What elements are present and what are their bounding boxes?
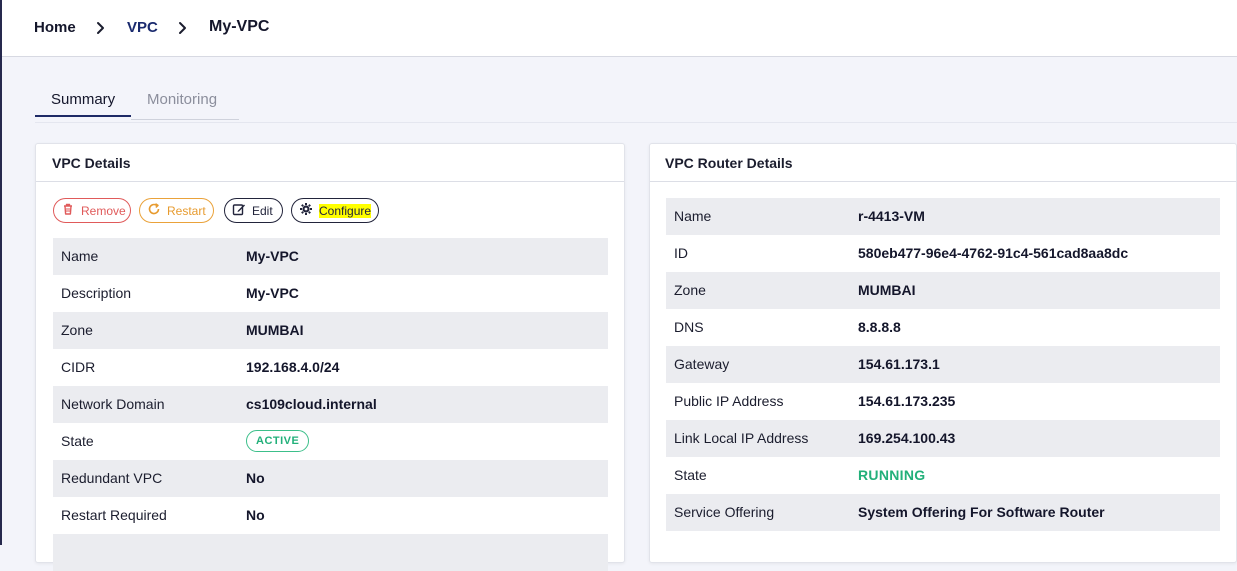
detail-value: 580eb477-96e4-4762-91c4-561cad8aa8dc bbox=[858, 245, 1129, 261]
vpc-details-card: VPC Details Remove Restart Edit Configur… bbox=[35, 143, 625, 571]
detail-label: Link Local IP Address bbox=[674, 430, 809, 446]
status-badge: ACTIVE bbox=[246, 430, 310, 452]
tab-summary[interactable]: Summary bbox=[51, 91, 115, 108]
trash-icon bbox=[61, 202, 81, 219]
status-running: RUNNING bbox=[858, 467, 926, 483]
detail-value: 154.61.173.235 bbox=[858, 393, 956, 409]
breadcrumb-current: My-VPC bbox=[209, 18, 270, 35]
router-row-gateway: Gateway 154.61.173.1 bbox=[666, 346, 1220, 383]
router-row-partial bbox=[666, 531, 1220, 568]
detail-label: Zone bbox=[674, 282, 706, 298]
breadcrumb-vpc[interactable]: VPC bbox=[127, 19, 158, 36]
app-frame: Home VPC My-VPC Summary Monitoring VPC D… bbox=[0, 0, 1237, 571]
detail-label: Description bbox=[61, 285, 132, 301]
vpc-details-list: Name My-VPC Description My-VPC Zone MUMB… bbox=[53, 238, 608, 571]
router-row-state: State RUNNING bbox=[666, 457, 1220, 494]
detail-value: MUMBAI bbox=[246, 322, 304, 338]
detail-label: Gateway bbox=[674, 356, 730, 372]
detail-label: Name bbox=[61, 248, 99, 264]
detail-value: No bbox=[246, 470, 265, 486]
router-row-link-local-ip: Link Local IP Address 169.254.100.43 bbox=[666, 420, 1220, 457]
detail-label: CIDR bbox=[61, 359, 96, 375]
detail-value: r-4413-VM bbox=[858, 208, 925, 224]
router-row-zone: Zone MUMBAI bbox=[666, 272, 1220, 309]
gear-icon bbox=[299, 202, 319, 219]
detail-value: My-VPC bbox=[246, 248, 299, 264]
vpc-details-title: VPC Details bbox=[36, 144, 624, 182]
edit-button[interactable]: Edit bbox=[224, 198, 283, 223]
detail-label: Service Offering bbox=[674, 504, 775, 520]
detail-value: 169.254.100.43 bbox=[858, 430, 956, 446]
chevron-right-icon bbox=[94, 18, 108, 38]
active-tab-indicator bbox=[35, 115, 131, 117]
detail-label: Name bbox=[674, 208, 712, 224]
detail-label: State bbox=[61, 433, 94, 449]
detail-row-name: Name My-VPC bbox=[53, 238, 608, 275]
detail-value: My-VPC bbox=[246, 285, 299, 301]
detail-label: DNS bbox=[674, 319, 704, 335]
edit-icon bbox=[232, 202, 252, 219]
detail-value: 8.8.8.8 bbox=[858, 319, 901, 335]
detail-label: Redundant VPC bbox=[61, 470, 163, 486]
detail-value: 192.168.4.0/24 bbox=[246, 359, 340, 375]
detail-value: System Offering For Software Router bbox=[858, 504, 1105, 520]
router-row-name: Name r-4413-VM bbox=[666, 198, 1220, 235]
router-details-list: Name r-4413-VM ID 580eb477-96e4-4762-91c… bbox=[666, 198, 1220, 568]
configure-label: Configure bbox=[319, 203, 372, 218]
detail-row-description: Description My-VPC bbox=[53, 275, 608, 312]
detail-value: cs109cloud.internal bbox=[246, 396, 377, 412]
detail-label: ID bbox=[674, 245, 688, 261]
header: Home VPC My-VPC bbox=[2, 0, 1237, 57]
breadcrumb-home[interactable]: Home bbox=[34, 19, 76, 36]
detail-label: Zone bbox=[61, 322, 93, 338]
tab-divider bbox=[131, 119, 239, 120]
refresh-icon bbox=[147, 202, 167, 219]
router-row-service-offering: Service Offering System Offering For Sof… bbox=[666, 494, 1220, 531]
detail-row-restart-required: Restart Required No bbox=[53, 497, 608, 534]
detail-value: No bbox=[246, 507, 265, 523]
detail-row-zone: Zone MUMBAI bbox=[53, 312, 608, 349]
remove-label: Remove bbox=[81, 203, 126, 218]
chevron-right-icon bbox=[176, 18, 190, 38]
detail-value: 154.61.173.1 bbox=[858, 356, 940, 372]
tab-monitoring[interactable]: Monitoring bbox=[147, 91, 217, 108]
detail-row-redundant-vpc: Redundant VPC No bbox=[53, 460, 608, 497]
detail-label: Public IP Address bbox=[674, 393, 784, 409]
detail-label: Restart Required bbox=[61, 507, 167, 523]
router-row-id: ID 580eb477-96e4-4762-91c4-561cad8aa8dc bbox=[666, 235, 1220, 272]
restart-label: Restart bbox=[167, 203, 206, 218]
detail-value: MUMBAI bbox=[858, 282, 916, 298]
detail-row-partial bbox=[53, 534, 608, 571]
detail-row-cidr: CIDR 192.168.4.0/24 bbox=[53, 349, 608, 386]
detail-label: State bbox=[674, 467, 707, 483]
router-details-title: VPC Router Details bbox=[650, 144, 1236, 182]
detail-label: Network Domain bbox=[61, 396, 165, 412]
configure-button[interactable]: Configure bbox=[291, 198, 379, 223]
vpc-router-details-card: VPC Router Details Name r-4413-VM ID 580… bbox=[649, 143, 1237, 563]
detail-row-network-domain: Network Domain cs109cloud.internal bbox=[53, 386, 608, 423]
router-row-dns: DNS 8.8.8.8 bbox=[666, 309, 1220, 346]
detail-row-state: State ACTIVE bbox=[53, 423, 608, 460]
router-row-public-ip: Public IP Address 154.61.173.235 bbox=[666, 383, 1220, 420]
remove-button[interactable]: Remove bbox=[53, 198, 131, 223]
edit-label: Edit bbox=[252, 203, 273, 218]
tab-bar: Summary Monitoring bbox=[35, 88, 1237, 123]
restart-button[interactable]: Restart bbox=[139, 198, 214, 223]
